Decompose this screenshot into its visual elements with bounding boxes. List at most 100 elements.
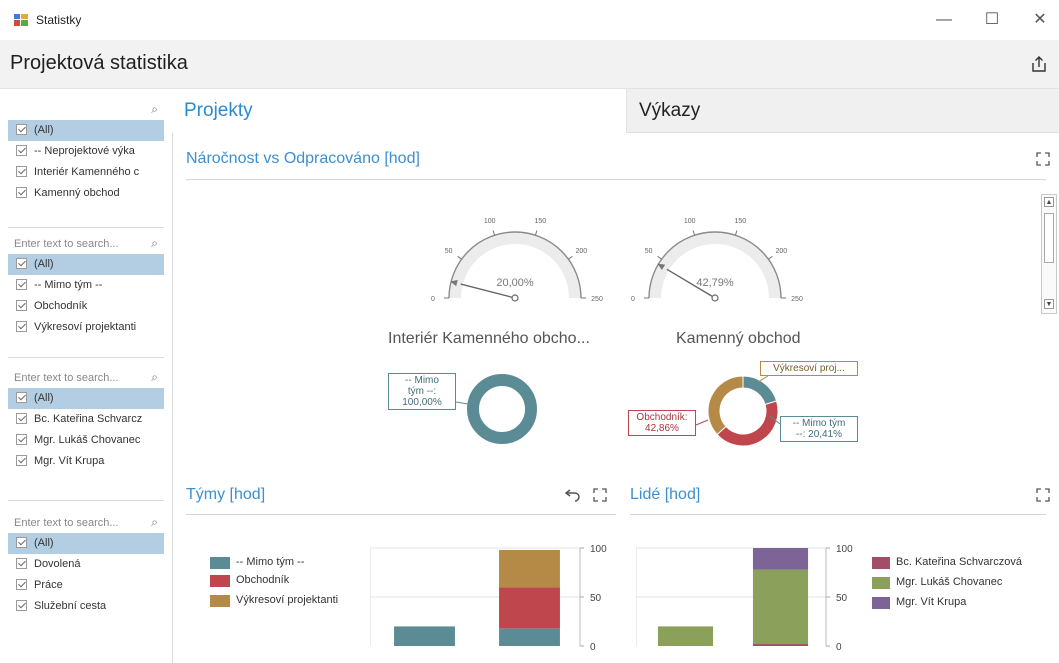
checkbox[interactable] [16, 558, 27, 569]
gauge-tick-label: 0 [631, 296, 635, 303]
search-input[interactable]: Enter text to search... ⌕ [8, 511, 164, 533]
window-titlebar: Statistky — ☐ ✕ [0, 0, 1059, 41]
gauge-tick-label: 100 [684, 218, 696, 225]
close-button[interactable]: ✕ [1022, 8, 1058, 32]
filter-item[interactable]: (All) [8, 388, 164, 409]
y-tick-label: 50 [590, 593, 602, 604]
filter-item[interactable]: Obchodník [8, 296, 164, 317]
card-divider [186, 179, 1046, 180]
filter-panel-people: Enter text to search... ⌕ (All) Bc. Kate… [8, 366, 164, 472]
gauge-label-interier: Interiér Kamenného obcho... [388, 330, 590, 347]
gauge-tick-label: 150 [734, 218, 746, 225]
bar-segment [752, 569, 809, 645]
gauge-tick [768, 255, 773, 260]
expand-icon[interactable] [1036, 488, 1050, 502]
filter-item[interactable]: Dovolená [8, 554, 164, 575]
checkbox[interactable] [16, 187, 27, 198]
undo-icon[interactable] [565, 488, 581, 502]
donut-callout-mimo-tym-2: -- Mimo tým --: 20,41% [780, 416, 858, 442]
bar-segment [499, 628, 560, 646]
donut-callout-mimo-tym: -- Mimo tým --: 100,00% [388, 373, 456, 410]
chart-lide: 100 50 0 [636, 544, 853, 653]
card-divider [186, 514, 616, 515]
filter-item[interactable]: (All) [8, 533, 164, 554]
filter-item[interactable]: Bc. Kateřina Schvarcz [8, 409, 164, 430]
filter-item[interactable]: Práce [8, 575, 164, 596]
filter-item[interactable]: -- Neprojektové výka [8, 141, 164, 162]
filter-item[interactable]: Mgr. Vít Krupa [8, 451, 164, 472]
y-tick-label: 50 [836, 593, 848, 604]
export-icon[interactable] [1029, 54, 1049, 74]
chart-tymy: 100 50 0 [370, 544, 607, 653]
search-icon[interactable]: ⌕ [151, 236, 158, 251]
filter-item[interactable]: (All) [8, 120, 164, 141]
search-input[interactable]: Enter text to search... ⌕ [8, 366, 164, 388]
checkbox[interactable] [16, 258, 27, 269]
filter-panel-teams: Enter text to search... ⌕ (All) -- Mimo … [8, 232, 164, 338]
maximize-button[interactable]: ☐ [974, 8, 1010, 32]
filter-item[interactable]: Mgr. Lukáš Chovanec [8, 430, 164, 451]
checkbox[interactable] [16, 579, 27, 590]
gauge-tick-label: 100 [484, 218, 496, 225]
card-title-tymy: Týmy [hod] [186, 486, 266, 503]
search-input[interactable]: ⌕ [8, 98, 164, 120]
filter-divider [8, 500, 164, 501]
page-title: Projektová statistika [10, 52, 188, 74]
filter-item[interactable]: Služební cesta [8, 596, 164, 617]
filter-item[interactable]: -- Mimo tým -- [8, 275, 164, 296]
filter-item[interactable]: Kamenný obchod [8, 183, 164, 204]
filter-panel-activity: Enter text to search... ⌕ (All) Dovolená… [8, 511, 164, 617]
minimize-button[interactable]: — [926, 8, 962, 32]
scroll-up-button[interactable]: ▲ [1044, 197, 1054, 207]
filter-divider [8, 227, 164, 228]
tab-vykazy[interactable]: Výkazy [626, 89, 1059, 133]
checkbox[interactable] [16, 392, 27, 403]
scrollbar[interactable]: ▲ ▼ [1041, 194, 1057, 314]
checkbox[interactable] [16, 413, 27, 424]
checkbox[interactable] [16, 537, 27, 548]
gauge-tick [457, 255, 462, 260]
window-title: Statistky [36, 13, 82, 27]
checkbox[interactable] [16, 600, 27, 611]
gauge-tick-label: 50 [445, 248, 453, 255]
expand-icon[interactable] [1036, 152, 1050, 166]
search-icon[interactable]: ⌕ [151, 370, 158, 385]
bar-segment [752, 644, 809, 646]
filter-item[interactable]: Výkresoví projektanti [8, 317, 164, 338]
checkbox[interactable] [16, 300, 27, 311]
filter-item[interactable]: (All) [8, 254, 164, 275]
checkbox[interactable] [16, 145, 27, 156]
checkbox[interactable] [16, 455, 27, 466]
gauge-interier: 0 50 100 150 200 250 20,00% [431, 218, 603, 303]
y-tick-label: 0 [590, 642, 596, 653]
gauge-tick [534, 230, 538, 236]
app-icon [14, 14, 28, 26]
gauge-tick [657, 255, 662, 260]
search-icon[interactable]: ⌕ [151, 102, 158, 117]
gauge-value: 42,79% [696, 277, 734, 289]
gauge-tick-label: 250 [791, 296, 803, 303]
gauge-tick-label: 200 [575, 248, 587, 255]
checkbox[interactable] [16, 166, 27, 177]
checkbox[interactable] [16, 321, 27, 332]
bar-segment [752, 548, 809, 570]
checkbox[interactable] [16, 124, 27, 135]
bar-segment [499, 587, 560, 629]
donut-callout-vykresovi: Výkresoví proj... [760, 361, 858, 376]
expand-icon[interactable] [593, 488, 607, 502]
scroll-thumb[interactable] [1044, 213, 1054, 263]
filter-item[interactable]: Interiér Kamenného c [8, 162, 164, 183]
scroll-down-button[interactable]: ▼ [1044, 299, 1054, 309]
gauge-tick-label: 150 [534, 218, 546, 225]
dashboard-header: Projektová statistika [0, 40, 1059, 89]
checkbox[interactable] [16, 434, 27, 445]
gauge-kamenny: 0 50 100 150 200 250 42,79% [631, 218, 803, 303]
gauge-tick [492, 230, 496, 236]
gauge-hub [511, 294, 519, 302]
card-title-lide: Lidé [hod] [630, 486, 701, 503]
search-icon[interactable]: ⌕ [151, 515, 158, 530]
bar-segment [657, 626, 714, 646]
checkbox[interactable] [16, 279, 27, 290]
tab-projekty[interactable]: Projekty [172, 89, 626, 133]
search-input[interactable]: Enter text to search... ⌕ [8, 232, 164, 254]
